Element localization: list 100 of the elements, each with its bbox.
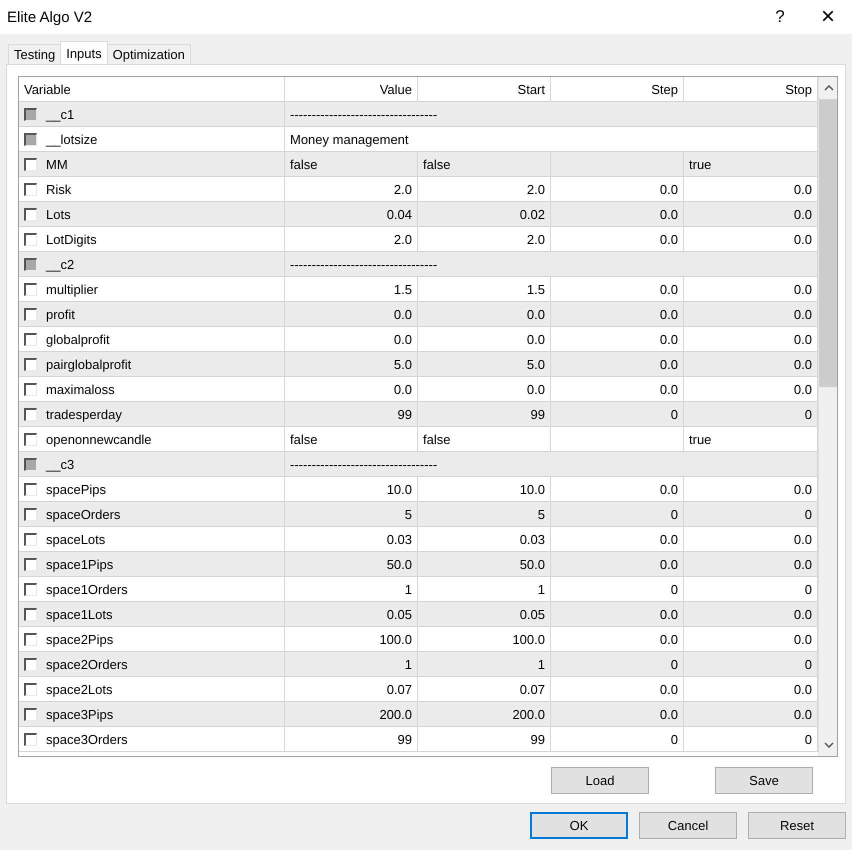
checkbox[interactable] <box>24 382 37 396</box>
table-cell: 99 <box>398 406 412 422</box>
table-cell: 5.0 <box>526 356 545 372</box>
table-cell: 0.0 <box>526 332 545 346</box>
checkbox[interactable] <box>24 232 37 246</box>
table-cell: 0.03 <box>386 532 412 546</box>
table-cell: 100.0 <box>512 632 545 646</box>
scrollbar-thumb[interactable] <box>819 99 837 387</box>
checkbox[interactable] <box>24 482 37 496</box>
table-cell: 0.0 <box>794 382 812 396</box>
table-cell: 0.0 <box>660 206 678 222</box>
table-cell: 0 <box>670 732 678 746</box>
variable-name: LotDigits <box>46 232 97 246</box>
table-cell: 0.0 <box>794 532 812 546</box>
checkbox[interactable] <box>24 532 37 546</box>
variable-name: globalprofit <box>46 332 110 346</box>
checkbox[interactable] <box>24 732 37 746</box>
table-cell: 2.0 <box>394 182 412 196</box>
variable-name: Lots <box>46 206 71 222</box>
table-cell: 0.0 <box>394 332 412 346</box>
help-button[interactable]: ? <box>756 0 804 34</box>
table-cell: 1 <box>538 656 545 672</box>
dialog-button[interactable]: Cancel <box>639 812 737 839</box>
column-header[interactable]: Value <box>285 77 418 101</box>
table-cell: 0.0 <box>526 382 545 396</box>
table-cell: 0.07 <box>386 682 412 696</box>
checkbox[interactable] <box>24 558 37 570</box>
panel-button[interactable]: Save <box>715 767 813 794</box>
variable-name: space1Pips <box>46 556 114 572</box>
checkbox[interactable] <box>24 708 37 720</box>
checkbox[interactable] <box>24 508 37 520</box>
table-cell: 5 <box>404 506 412 522</box>
table-cell: 1 <box>404 582 412 596</box>
table-cell: 0.0 <box>794 706 812 722</box>
variable-name: space2Pips <box>46 632 114 646</box>
table-cell: 0.0 <box>660 632 678 646</box>
checkbox[interactable] <box>24 182 37 196</box>
tab[interactable]: Optimization <box>106 44 191 64</box>
variable-name: profit <box>46 306 75 322</box>
table-cell: ---------------------------------- <box>290 256 438 272</box>
table-cell: 0.02 <box>520 206 545 222</box>
table-cell: 0 <box>670 656 678 672</box>
variable-name: openonnewcandle <box>46 432 152 446</box>
scroll-up-icon[interactable] <box>824 85 834 91</box>
table-cell: 0.0 <box>794 232 812 246</box>
table-cell: 2.0 <box>394 232 412 246</box>
checkbox[interactable] <box>24 658 37 670</box>
panel-button[interactable]: Load <box>551 767 649 794</box>
table-cell: 50.0 <box>520 556 545 572</box>
column-header[interactable]: Step <box>551 77 684 101</box>
table-cell: 0.0 <box>794 556 812 572</box>
variable-name: space1Orders <box>46 582 128 596</box>
scroll-down-icon[interactable] <box>824 742 834 748</box>
table-cell: 0.0 <box>794 356 812 372</box>
table-cell: 0.0 <box>794 682 812 696</box>
table-cell: 0.0 <box>794 632 812 646</box>
tab[interactable]: Inputs <box>60 41 108 64</box>
checkbox[interactable] <box>24 158 37 170</box>
variable-name: __c3 <box>46 456 74 472</box>
variable-name: space3Orders <box>46 732 128 746</box>
checkbox[interactable] <box>24 358 37 370</box>
table-cell: 0.0 <box>660 482 678 496</box>
table-cell: 0 <box>804 732 812 746</box>
variable-name: MM <box>46 156 68 172</box>
table-cell: 0 <box>804 406 812 422</box>
checkbox[interactable] <box>24 608 37 620</box>
table-cell: 0.0 <box>660 382 678 396</box>
column-header[interactable]: Start <box>418 77 551 101</box>
table-cell: 2.0 <box>526 232 545 246</box>
checkbox[interactable] <box>24 432 37 446</box>
table-cell: 10.0 <box>520 482 545 496</box>
dialog-button[interactable]: OK <box>530 812 628 839</box>
tab[interactable]: Testing <box>8 44 62 64</box>
table-cell: 1.5 <box>526 282 545 296</box>
close-button[interactable]: × <box>804 0 852 34</box>
dialog-button[interactable]: Reset <box>748 812 846 839</box>
checkbox[interactable] <box>24 282 37 296</box>
checkbox[interactable] <box>24 582 37 596</box>
column-header[interactable]: Variable <box>19 77 285 101</box>
checkbox[interactable] <box>24 308 37 320</box>
checkbox[interactable] <box>24 682 37 696</box>
checkbox[interactable] <box>24 208 37 220</box>
checkbox[interactable] <box>24 332 37 346</box>
checkbox[interactable] <box>24 408 37 420</box>
table-cell: 0.0 <box>394 306 412 322</box>
variable-name: space2Lots <box>46 682 112 696</box>
table-cell: 0.0 <box>794 182 812 196</box>
table-cell: 0.05 <box>386 606 412 622</box>
table-cell: 99 <box>398 732 412 746</box>
variable-name: __lotsize <box>46 132 98 146</box>
table-cell: 0 <box>804 656 812 672</box>
table-cell: 2.0 <box>526 182 545 196</box>
table-cell: 0.0 <box>794 306 812 322</box>
checkbox[interactable] <box>24 632 37 646</box>
table-cell: 0.04 <box>386 206 412 222</box>
table-cell: 0.0 <box>794 282 812 296</box>
table-cell: 0.0 <box>660 606 678 622</box>
table-cell: 5.0 <box>394 356 412 372</box>
scrollbar[interactable] <box>818 77 837 756</box>
variable-name: tradesperday <box>46 406 122 422</box>
